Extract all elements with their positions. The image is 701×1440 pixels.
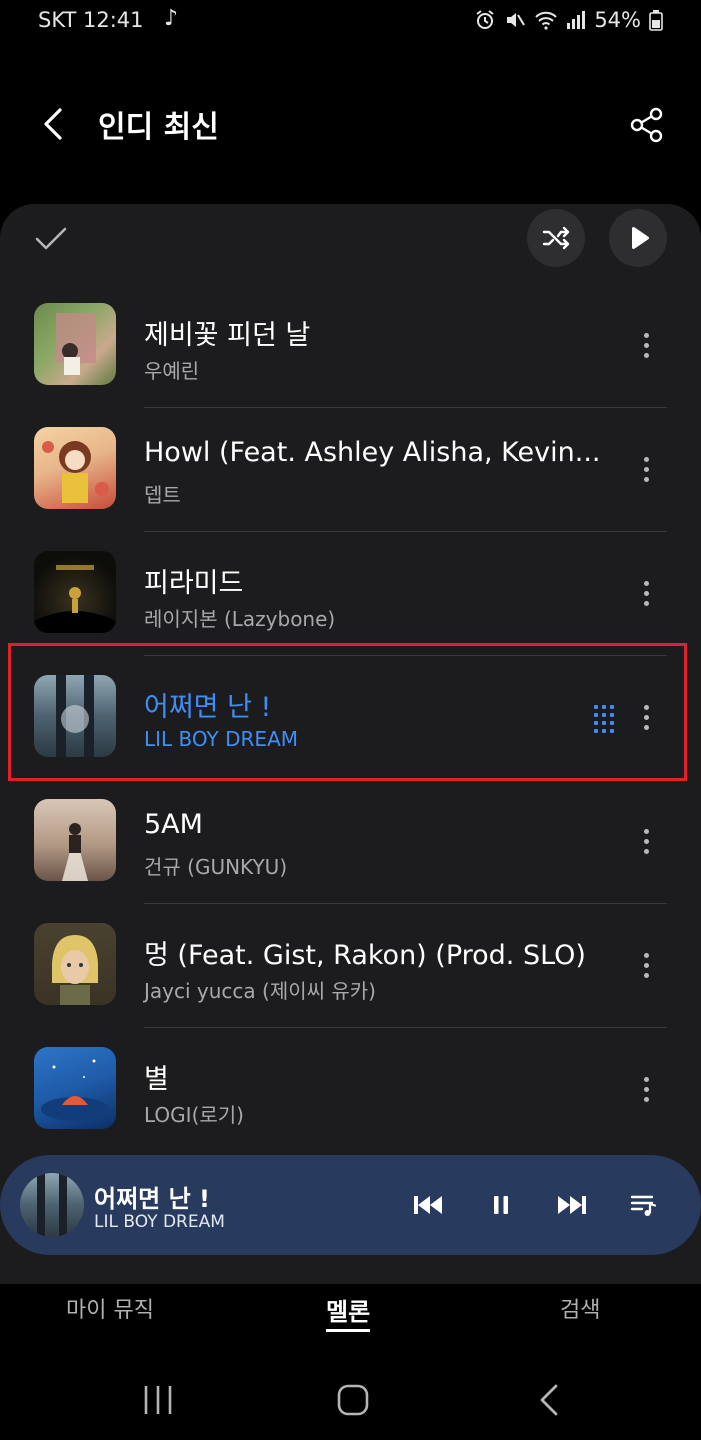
more-options-button[interactable] bbox=[630, 695, 662, 739]
share-icon bbox=[630, 107, 663, 143]
track-title: 어쩌면 난 ! bbox=[144, 692, 272, 723]
album-art bbox=[34, 427, 116, 509]
more-options-button[interactable] bbox=[630, 447, 662, 491]
more-options-button[interactable] bbox=[630, 1067, 662, 1111]
wifi-icon bbox=[534, 9, 558, 31]
bottom-tabs: 마이 뮤직 멜론 검색 bbox=[0, 1284, 701, 1340]
shuffle-play-button[interactable] bbox=[527, 209, 585, 267]
album-art bbox=[34, 303, 116, 385]
status-bar: SKT 12:41 ♪ 54% bbox=[0, 0, 701, 44]
playlist-icon bbox=[630, 1195, 657, 1216]
list-item[interactable]: 멍 (Feat. Gist, Rakon) (Prod. SLO) Jayci … bbox=[0, 903, 701, 1027]
skip-next-icon bbox=[558, 1196, 586, 1214]
mini-player[interactable]: 어쩌면 난 ! LIL BOY DREAM bbox=[0, 1155, 701, 1255]
status-carrier-time: SKT 12:41 bbox=[38, 8, 144, 32]
page-title: 인디 최신 bbox=[98, 110, 219, 145]
alarm-icon bbox=[474, 9, 496, 31]
more-options-button[interactable] bbox=[630, 819, 662, 863]
track-artist: LOGI(로기) bbox=[144, 1103, 244, 1127]
list-item-now-playing[interactable]: 어쩌면 난 ! LIL BOY DREAM bbox=[0, 655, 701, 779]
track-title: 제비꽃 피던 날 bbox=[144, 320, 311, 351]
pause-icon bbox=[494, 1196, 508, 1214]
track-artist: 뎁트 bbox=[144, 483, 181, 507]
app-header: 인디 최신 bbox=[0, 90, 701, 160]
select-button[interactable] bbox=[32, 220, 70, 258]
share-button[interactable] bbox=[628, 106, 666, 144]
tab-melon[interactable]: 멜론 bbox=[326, 1292, 371, 1332]
battery-icon bbox=[649, 9, 663, 31]
home-icon bbox=[337, 1384, 369, 1416]
pause-button[interactable] bbox=[481, 1185, 521, 1225]
divider bbox=[144, 531, 667, 532]
divider bbox=[144, 407, 667, 408]
queue-button[interactable] bbox=[624, 1185, 664, 1225]
skip-previous-icon bbox=[414, 1196, 442, 1214]
more-options-button[interactable] bbox=[630, 943, 662, 987]
album-art bbox=[34, 1047, 116, 1129]
list-item[interactable]: Howl (Feat. Ashley Alisha, Kevin... 뎁트 bbox=[0, 407, 701, 531]
album-art bbox=[34, 799, 116, 881]
tab-search[interactable]: 검색 bbox=[560, 1292, 600, 1324]
back-chevron-icon bbox=[540, 1384, 558, 1416]
track-title: 피라미드 bbox=[144, 568, 244, 599]
system-back-button[interactable] bbox=[530, 1382, 570, 1418]
track-title: 멍 (Feat. Gist, Rakon) (Prod. SLO) bbox=[144, 940, 586, 971]
list-item[interactable]: 5AM 건규 (GUNKYU) bbox=[0, 779, 701, 903]
check-icon bbox=[35, 227, 67, 250]
battery-level: 54% bbox=[594, 8, 641, 32]
system-navigation-bar bbox=[0, 1360, 701, 1440]
mini-player-artist: LIL BOY DREAM bbox=[94, 1212, 225, 1232]
track-artist: Jayci yucca (제이씨 유카) bbox=[144, 979, 376, 1003]
album-art bbox=[34, 551, 116, 633]
home-button[interactable] bbox=[333, 1382, 373, 1418]
more-options-button[interactable] bbox=[630, 571, 662, 615]
recent-apps-icon bbox=[144, 1386, 172, 1414]
play-all-button[interactable] bbox=[609, 209, 667, 267]
track-artist: 레이지본 (Lazybone) bbox=[144, 607, 336, 631]
chevron-left-icon bbox=[44, 108, 62, 140]
divider bbox=[144, 903, 667, 904]
list-item[interactable]: 피라미드 레이지본 (Lazybone) bbox=[0, 531, 701, 655]
music-note-icon: ♪ bbox=[164, 6, 179, 31]
back-button[interactable] bbox=[34, 104, 74, 144]
mini-player-album-art bbox=[20, 1173, 84, 1237]
play-icon bbox=[631, 226, 650, 250]
now-playing-indicator-icon bbox=[594, 705, 616, 733]
track-artist: 건규 (GUNKYU) bbox=[144, 855, 288, 879]
track-title: Howl (Feat. Ashley Alisha, Kevin... bbox=[144, 437, 601, 468]
track-title: 5AM bbox=[144, 809, 203, 840]
mini-player-title: 어쩌면 난 ! bbox=[94, 1185, 210, 1213]
signal-icon bbox=[566, 10, 586, 30]
list-item[interactable]: 별 LOGI(로기) bbox=[0, 1027, 701, 1151]
shuffle-icon bbox=[542, 226, 570, 250]
mute-icon bbox=[504, 9, 526, 31]
album-art bbox=[34, 923, 116, 1005]
track-artist: LIL BOY DREAM bbox=[144, 727, 299, 751]
track-artist: 우예린 bbox=[144, 359, 200, 383]
previous-button[interactable] bbox=[408, 1185, 448, 1225]
more-options-button[interactable] bbox=[630, 323, 662, 367]
divider bbox=[144, 1027, 667, 1028]
track-title: 별 bbox=[144, 1064, 169, 1095]
next-button[interactable] bbox=[552, 1185, 592, 1225]
list-item[interactable]: 제비꽃 피던 날 우예린 bbox=[0, 283, 701, 407]
album-art bbox=[34, 675, 116, 757]
recent-apps-button[interactable] bbox=[138, 1382, 178, 1418]
divider bbox=[144, 655, 667, 656]
tab-my-music[interactable]: 마이 뮤직 bbox=[66, 1292, 154, 1324]
